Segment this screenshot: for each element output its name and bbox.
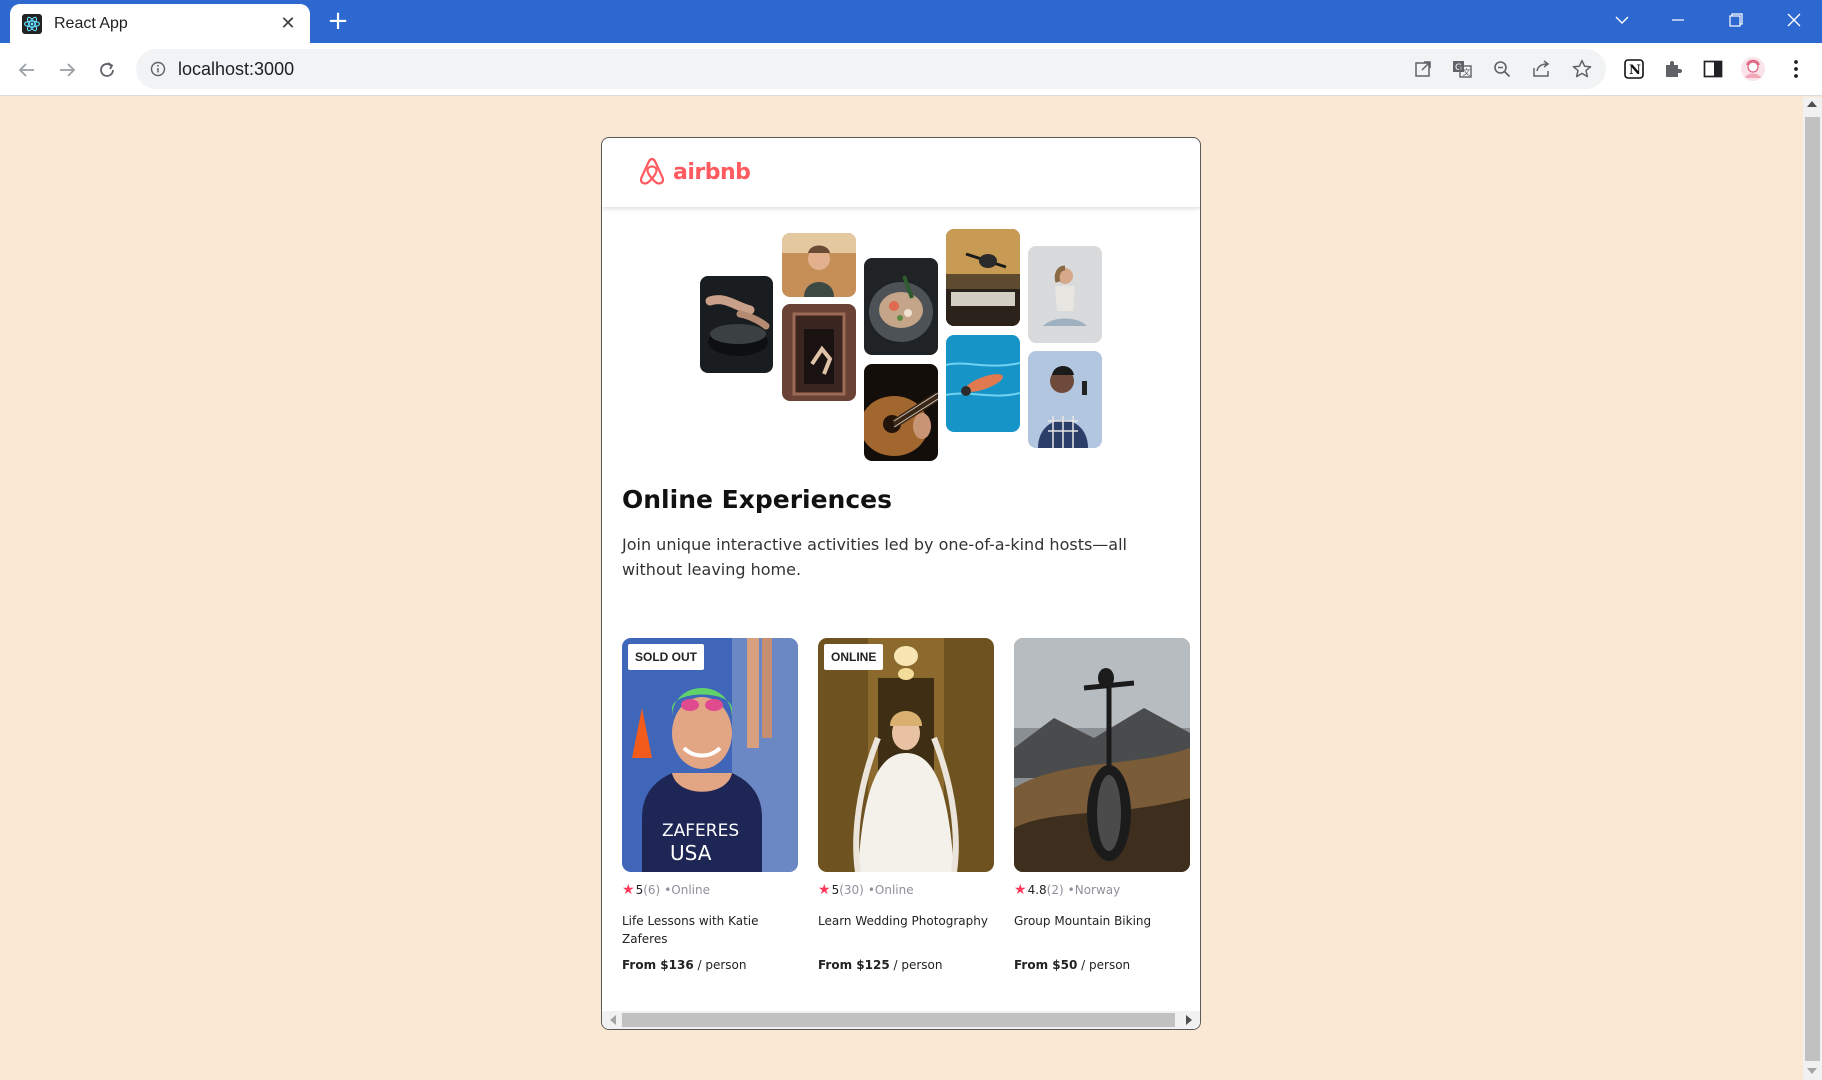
card-stats: ★ 4.8 (2) •Norway xyxy=(1014,882,1190,898)
swimmer-katie-zaferes-photo: ZAFERES USA SOLD OUT xyxy=(622,638,798,872)
card-price-unit: / person xyxy=(697,958,747,972)
back-arrow-icon[interactable] xyxy=(11,54,43,86)
scrollbar-thumb[interactable] xyxy=(1805,117,1820,1061)
guitar-photo xyxy=(864,364,938,461)
singer-photo xyxy=(1028,351,1102,448)
svg-text:ZAFERES: ZAFERES xyxy=(662,821,739,841)
scroll-up-arrow-icon[interactable] xyxy=(1807,101,1817,107)
experience-card[interactable]: ZAFERES USA SOLD OUT ★ 5 (6) •Online Life… xyxy=(622,638,798,972)
react-icon xyxy=(22,13,42,34)
card-title: Learn Wedding Photography xyxy=(818,914,988,928)
page-vertical-scrollbar[interactable] xyxy=(1803,97,1822,1080)
tab-close-icon[interactable]: ✕ xyxy=(278,13,298,34)
scroll-left-arrow-icon[interactable] xyxy=(610,1015,616,1025)
url-text: localhost:3000 xyxy=(178,59,295,79)
card-price: From $50 / person xyxy=(1014,958,1190,972)
card-list: ZAFERES USA SOLD OUT ★ 5 (6) •Online Life… xyxy=(622,638,1200,986)
card-price-amount: From $125 xyxy=(818,958,890,972)
browser-titlebar: React App ✕ + xyxy=(0,0,1822,43)
hero-description: Join unique interactive activities led b… xyxy=(622,535,1127,579)
microphone-photo xyxy=(946,229,1020,326)
logo-text: airbnb xyxy=(673,160,751,185)
close-icon[interactable] xyxy=(1766,0,1822,40)
yoga-photo xyxy=(1028,246,1102,343)
experience-card[interactable]: ★ 4.8 (2) •Norway Group Mountain Biking … xyxy=(1014,638,1190,972)
card-price-amount: From $136 xyxy=(622,958,694,972)
svg-text:USA: USA xyxy=(670,841,712,865)
minimize-icon[interactable] xyxy=(1650,0,1706,40)
card-location: •Online xyxy=(867,883,914,897)
svg-text:文: 文 xyxy=(1463,67,1471,77)
card-price-unit: / person xyxy=(893,958,943,972)
new-tab-button[interactable]: + xyxy=(323,6,353,36)
card-review-count: (6) xyxy=(643,883,661,897)
mountain-bike-photo xyxy=(1014,638,1190,872)
zoom-out-icon[interactable] xyxy=(1491,58,1513,80)
experience-card[interactable]: ONLINE ★ 5 (30) •Online Learn Wedding Ph… xyxy=(818,638,994,972)
share-icon[interactable] xyxy=(1531,58,1553,80)
star-icon: ★ xyxy=(1014,882,1027,898)
menu-kebab-icon[interactable] xyxy=(1783,56,1809,82)
card-rating: 4.8 xyxy=(1027,883,1047,897)
bowl-food-photo xyxy=(864,258,938,355)
card-price: From $125 / person xyxy=(818,958,994,972)
extensions-puzzle-icon[interactable] xyxy=(1660,56,1686,82)
card-list-horizontal-scrollbar[interactable] xyxy=(602,1011,1200,1029)
open-in-app-icon[interactable] xyxy=(1412,58,1434,80)
info-icon[interactable] xyxy=(148,59,168,79)
scroll-down-arrow-icon[interactable] xyxy=(1807,1068,1817,1074)
translate-icon[interactable]: G文 xyxy=(1451,58,1473,80)
card-title: Life Lessons with Katie Zaferes xyxy=(622,914,759,946)
card-rating: 5 xyxy=(831,883,840,897)
woman-smiling-photo xyxy=(782,233,856,297)
star-icon: ★ xyxy=(818,882,831,898)
card-title: Group Mountain Biking xyxy=(1014,914,1152,928)
status-badge: SOLD OUT xyxy=(628,644,704,670)
cooking-photo xyxy=(700,276,773,373)
svg-text:G: G xyxy=(1455,63,1462,73)
scroll-right-arrow-icon[interactable] xyxy=(1186,1015,1192,1025)
card-stats: ★ 5 (6) •Online xyxy=(622,882,798,898)
card-rating: 5 xyxy=(635,883,644,897)
profile-avatar-icon[interactable] xyxy=(1740,56,1766,82)
swimming-pool-photo xyxy=(946,335,1020,432)
scrollbar-thumb[interactable] xyxy=(622,1013,1175,1027)
page-title: Online Experiences xyxy=(622,485,893,514)
side-panel-icon[interactable] xyxy=(1700,56,1726,82)
card-location: •Norway xyxy=(1067,883,1121,897)
card-review-count: (30) xyxy=(839,883,864,897)
browser-tab[interactable]: React App ✕ xyxy=(10,4,310,43)
card-price-amount: From $50 xyxy=(1014,958,1078,972)
star-icon: ★ xyxy=(622,882,635,898)
restore-icon[interactable] xyxy=(1708,0,1764,40)
browser-toolbar: localhost:3000 G文 N xyxy=(0,43,1822,96)
card-stats: ★ 5 (30) •Online xyxy=(818,882,994,898)
card-review-count: (2) xyxy=(1046,883,1064,897)
svg-text:N: N xyxy=(1629,63,1641,78)
address-bar[interactable]: localhost:3000 G文 xyxy=(136,49,1606,89)
card-price-unit: / person xyxy=(1081,958,1131,972)
dancer-doorway-photo xyxy=(782,304,856,401)
card-price: From $136 / person xyxy=(622,958,798,972)
tab-title: React App xyxy=(54,14,128,32)
app-container: airbnb Online Experiences Join unique in… xyxy=(601,137,1201,1030)
tab-search-icon[interactable] xyxy=(1594,0,1650,40)
bookmark-star-icon[interactable] xyxy=(1571,58,1593,80)
card-location: •Online xyxy=(664,883,710,897)
notion-icon[interactable]: N xyxy=(1621,56,1647,82)
navbar: airbnb xyxy=(602,138,1200,207)
status-badge: ONLINE xyxy=(824,644,884,670)
reload-icon[interactable] xyxy=(91,54,123,86)
airbnb-logo-icon[interactable] xyxy=(637,156,667,190)
forward-arrow-icon[interactable] xyxy=(51,54,83,86)
bride-photo: ONLINE xyxy=(818,638,994,872)
